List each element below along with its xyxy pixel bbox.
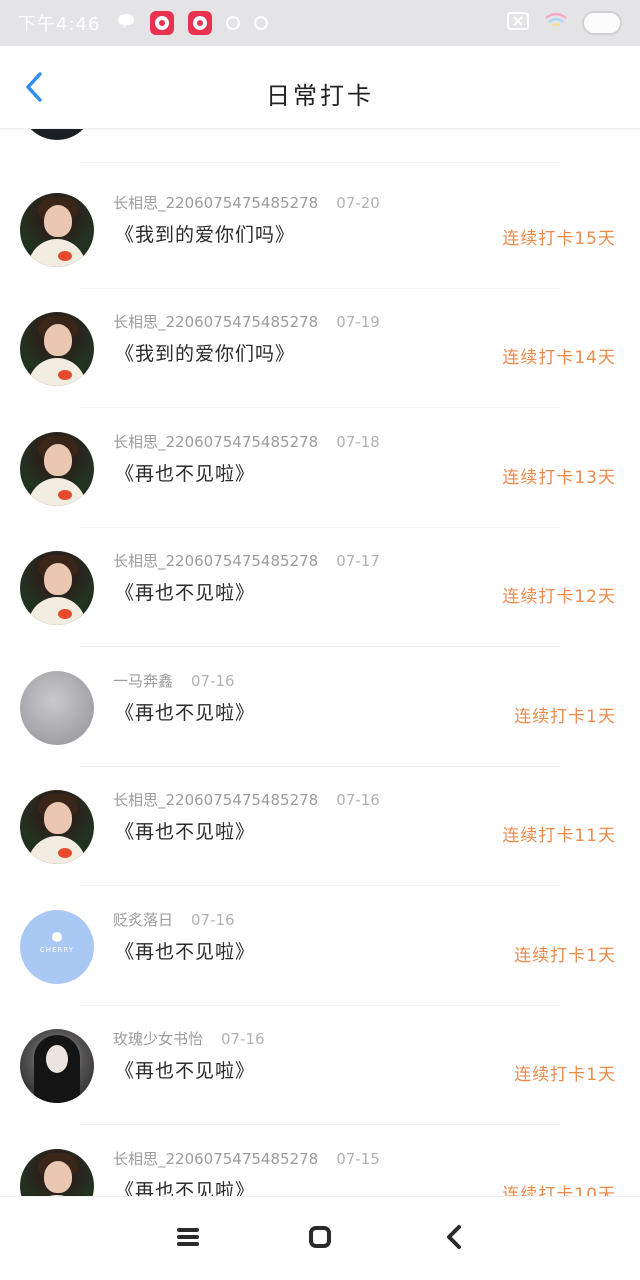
- menu-icon: [176, 1226, 200, 1252]
- entry-date: 07-17: [336, 552, 380, 570]
- avatar[interactable]: [20, 193, 94, 267]
- entry-meta: 一马奔鑫 07-16: [113, 670, 235, 691]
- entry-date: 07-20: [336, 194, 380, 212]
- status-notification-icons: [116, 11, 269, 35]
- user-name[interactable]: 长相思_2206075475485278: [113, 194, 318, 212]
- list-item-partial: [0, 128, 640, 163]
- user-name[interactable]: 长相思_2206075475485278: [113, 1150, 318, 1168]
- list-item[interactable]: 长相思_2206075475485278 07-17 《再也不见啦》 连续打卡12…: [0, 528, 640, 647]
- streak-label: 连续打卡10天: [502, 1185, 616, 1196]
- entry-content: 《再也不见啦》: [115, 941, 256, 963]
- streak-label: 连续打卡14天: [502, 348, 616, 368]
- settings-small-icon: [254, 16, 269, 30]
- system-back-button[interactable]: [438, 1223, 470, 1255]
- avatar[interactable]: [20, 432, 94, 506]
- app-notification-icon: [150, 11, 175, 35]
- checkin-list[interactable]: 长相思_2206075475485278 07-20 《我到的爱你们吗》 连续打卡…: [0, 128, 640, 1196]
- entry-content: 《再也不见啦》: [115, 463, 256, 485]
- list-item[interactable]: 一马奔鑫 07-16 《再也不见啦》 连续打卡1天: [0, 648, 640, 767]
- sync-icon: [226, 16, 241, 30]
- chat-bubble-icon: [116, 12, 136, 34]
- entry-meta: 长相思_2206075475485278 07-17: [113, 550, 380, 571]
- divider: [80, 1124, 560, 1125]
- entry-meta: 玫瑰少女书怡 07-16: [113, 1028, 265, 1049]
- header: 日常打卡: [0, 46, 640, 129]
- streak-label: 连续打卡15天: [502, 229, 616, 249]
- avatar[interactable]: [20, 1149, 94, 1196]
- streak-label: 连续打卡1天: [514, 1065, 616, 1085]
- entry-date: 07-18: [336, 433, 380, 451]
- screen: 下午4:46 日常打卡 长相思_2206075475485278 07-20 《…: [0, 0, 640, 1280]
- entry-meta: 长相思_2206075475485278 07-16: [113, 789, 380, 810]
- divider: [80, 407, 560, 408]
- entry-meta: 长相思_2206075475485278 07-20: [113, 192, 380, 213]
- list-item[interactable]: 长相思_2206075475485278 07-18 《再也不见啦》 连续打卡13…: [0, 409, 640, 528]
- streak-label: 连续打卡13天: [502, 468, 616, 488]
- entry-date: 07-16: [221, 1030, 265, 1048]
- app-notification-icon: [188, 11, 213, 35]
- entry-content: 《再也不见啦》: [115, 1060, 256, 1082]
- avatar-text: CHERRY: [39, 946, 75, 954]
- back-chevron-icon: [444, 1224, 464, 1254]
- avatar[interactable]: [20, 1029, 94, 1103]
- entry-content: 《再也不见啦》: [115, 582, 256, 604]
- entry-date: 07-19: [336, 313, 380, 331]
- system-nav-bar: [0, 1196, 640, 1280]
- entry-content: 《我到的爱你们吗》: [115, 343, 296, 365]
- home-button[interactable]: [304, 1223, 336, 1255]
- list-item[interactable]: CHERRY 贬炙落日 07-16 《再也不见啦》 连续打卡1天: [0, 887, 640, 1006]
- user-name[interactable]: 一马奔鑫: [113, 672, 173, 690]
- avatar[interactable]: [20, 551, 94, 625]
- divider: [80, 162, 560, 163]
- status-system-icons: [506, 11, 622, 35]
- entry-meta: 长相思_2206075475485278 07-15: [113, 1148, 380, 1169]
- avatar[interactable]: CHERRY: [20, 910, 94, 984]
- avatar: [20, 128, 94, 140]
- streak-label: 连续打卡12天: [502, 587, 616, 607]
- sim-off-icon: [506, 11, 530, 35]
- divider: [80, 646, 560, 647]
- streak-label: 连续打卡1天: [514, 946, 616, 966]
- entry-date: 07-16: [191, 911, 235, 929]
- user-name[interactable]: 长相思_2206075475485278: [113, 313, 318, 331]
- entry-content: 《再也不见啦》: [115, 1180, 256, 1196]
- user-name[interactable]: 贬炙落日: [113, 911, 173, 929]
- entry-content: 《再也不见啦》: [115, 702, 256, 724]
- list-item[interactable]: 长相思_2206075475485278 07-20 《我到的爱你们吗》 连续打卡…: [0, 170, 640, 289]
- entry-meta: 贬炙落日 07-16: [113, 909, 235, 930]
- status-bar: 下午4:46: [0, 0, 640, 46]
- streak-label: 连续打卡1天: [514, 707, 616, 727]
- recent-apps-button[interactable]: [172, 1223, 204, 1255]
- list-item[interactable]: 长相思_2206075475485278 07-16 《再也不见啦》 连续打卡11…: [0, 767, 640, 886]
- status-time: 下午4:46: [18, 14, 101, 35]
- home-square-icon: [308, 1225, 332, 1253]
- avatar[interactable]: [20, 671, 94, 745]
- entry-date: 07-16: [336, 791, 380, 809]
- entry-content: 《再也不见啦》: [115, 821, 256, 843]
- user-name[interactable]: 长相思_2206075475485278: [113, 433, 318, 451]
- avatar[interactable]: [20, 312, 94, 386]
- entry-meta: 长相思_2206075475485278 07-18: [113, 431, 380, 452]
- battery-icon: [582, 11, 622, 35]
- streak-label: 连续打卡11天: [502, 826, 616, 846]
- user-name[interactable]: 玫瑰少女书怡: [113, 1030, 203, 1048]
- cherry-icon: [52, 932, 62, 942]
- list-item[interactable]: 长相思_2206075475485278 07-15 《再也不见啦》 连续打卡10…: [0, 1126, 640, 1196]
- list-item[interactable]: 长相思_2206075475485278 07-19 《我到的爱你们吗》 连续打卡…: [0, 289, 640, 408]
- entry-date: 07-15: [336, 1150, 380, 1168]
- list-item[interactable]: 玫瑰少女书怡 07-16 《再也不见啦》 连续打卡1天: [0, 1006, 640, 1125]
- divider: [80, 885, 560, 886]
- entry-date: 07-16: [191, 672, 235, 690]
- entry-content: 《我到的爱你们吗》: [115, 224, 296, 246]
- wifi-icon: [544, 11, 568, 35]
- avatar[interactable]: [20, 790, 94, 864]
- user-name[interactable]: 长相思_2206075475485278: [113, 791, 318, 809]
- entry-meta: 长相思_2206075475485278 07-19: [113, 311, 380, 332]
- user-name[interactable]: 长相思_2206075475485278: [113, 552, 318, 570]
- page-title: 日常打卡: [266, 82, 374, 110]
